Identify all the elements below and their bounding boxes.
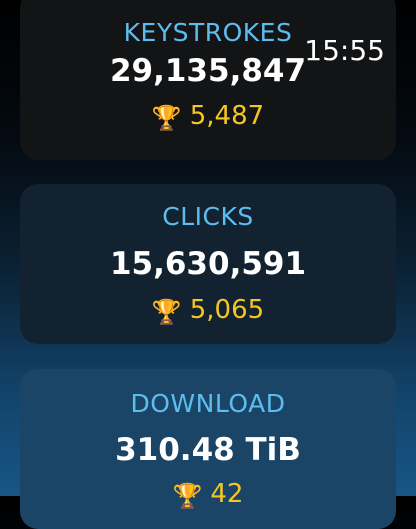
stat-value: 310.48 TiB: [115, 432, 301, 468]
trophy-icon: 🏆: [151, 298, 182, 326]
stat-rank: 🏆 5,487: [20, 101, 396, 132]
stat-rank: 🏆 42: [20, 479, 396, 510]
stat-label: CLICKS: [162, 202, 254, 231]
status-time: 15:55: [304, 34, 385, 67]
trophy-icon: 🏆: [151, 104, 182, 132]
stat-rank: 🏆 5,065: [20, 295, 396, 326]
rank-value: 5,065: [189, 295, 265, 325]
rank-value: 5,487: [189, 101, 265, 131]
stat-label: DOWNLOAD: [130, 389, 286, 418]
stat-card-clicks[interactable]: CLICKS 15,630,591 🏆 5,065: [20, 184, 396, 344]
rank-value: 42: [210, 479, 244, 509]
stat-value: 15,630,591: [109, 246, 307, 282]
trophy-icon: 🏆: [172, 482, 203, 510]
stat-card-download[interactable]: DOWNLOAD 310.48 TiB 🏆 42: [20, 369, 396, 529]
stat-card-keystrokes[interactable]: KEYSTROKES 29,135,847 🏆 5,487: [20, 0, 396, 160]
